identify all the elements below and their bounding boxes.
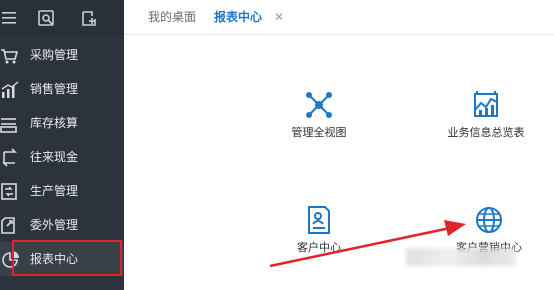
sidebar-item-cash[interactable]: 往来现金 — [0, 140, 124, 174]
report-icon — [2, 251, 19, 268]
sidebar-item-outsource[interactable]: 委外管理 — [0, 208, 124, 242]
tab-close-icon[interactable]: ✕ — [274, 8, 284, 26]
sidebar-item-label: 委外管理 — [30, 218, 79, 232]
sidebar-item-purchase[interactable]: 采购管理 — [0, 38, 124, 72]
blurred-watermark — [406, 248, 516, 266]
outsource-icon — [1, 217, 15, 234]
sidebar-item-production[interactable]: 生产管理 — [0, 174, 124, 208]
cart-icon — [1, 49, 19, 64]
menu-icon[interactable] — [2, 9, 20, 27]
sidebar-item-sales[interactable]: 销售管理 — [0, 72, 124, 106]
globe-icon — [476, 207, 502, 233]
tile-label: 业务信息总览表 — [447, 126, 525, 139]
sales-chart-icon — [1, 81, 19, 98]
app-window: 采购管理 销售管理 库存核算 往来现金 生产管理 委外管理 报表中心 我的桌面 … — [0, 0, 554, 290]
network-icon — [306, 92, 332, 118]
sidebar-item-inventory[interactable]: 库存核算 — [0, 106, 124, 140]
tile-customer-center[interactable]: 客户中心 — [284, 205, 354, 255]
sidebar-item-label: 报表中心 — [30, 252, 79, 266]
exchange-icon — [2, 148, 17, 167]
sidebar-item-label: 往来现金 — [30, 150, 79, 164]
home-icon[interactable] — [37, 9, 55, 27]
tile-management-overview[interactable]: 管理全视图 — [274, 90, 364, 140]
tab-bar: 我的桌面 报表中心 ✕ — [124, 0, 554, 40]
new-tab-icon[interactable] — [80, 9, 98, 27]
tile-label: 管理全视图 — [291, 126, 347, 139]
inventory-icon — [0, 118, 17, 133]
customer-document-icon — [308, 206, 330, 234]
sidebar-item-report-center[interactable]: 报表中心 — [0, 242, 124, 276]
production-icon — [1, 183, 17, 200]
sidebar-item-label: 采购管理 — [30, 48, 79, 62]
sidebar-item-label: 库存核算 — [30, 116, 79, 130]
business-chart-icon — [474, 91, 498, 117]
sidebar-toolbar — [0, 0, 124, 36]
tile-label: 客户中心 — [297, 241, 341, 254]
sidebar: 采购管理 销售管理 库存核算 往来现金 生产管理 委外管理 报表中心 — [0, 0, 124, 290]
tab-my-desktop[interactable]: 我的桌面 — [148, 8, 196, 34]
sidebar-item-label: 销售管理 — [30, 82, 79, 96]
tile-business-overview[interactable]: 业务信息总览表 — [446, 90, 526, 140]
sidebar-item-label: 生产管理 — [30, 184, 79, 198]
